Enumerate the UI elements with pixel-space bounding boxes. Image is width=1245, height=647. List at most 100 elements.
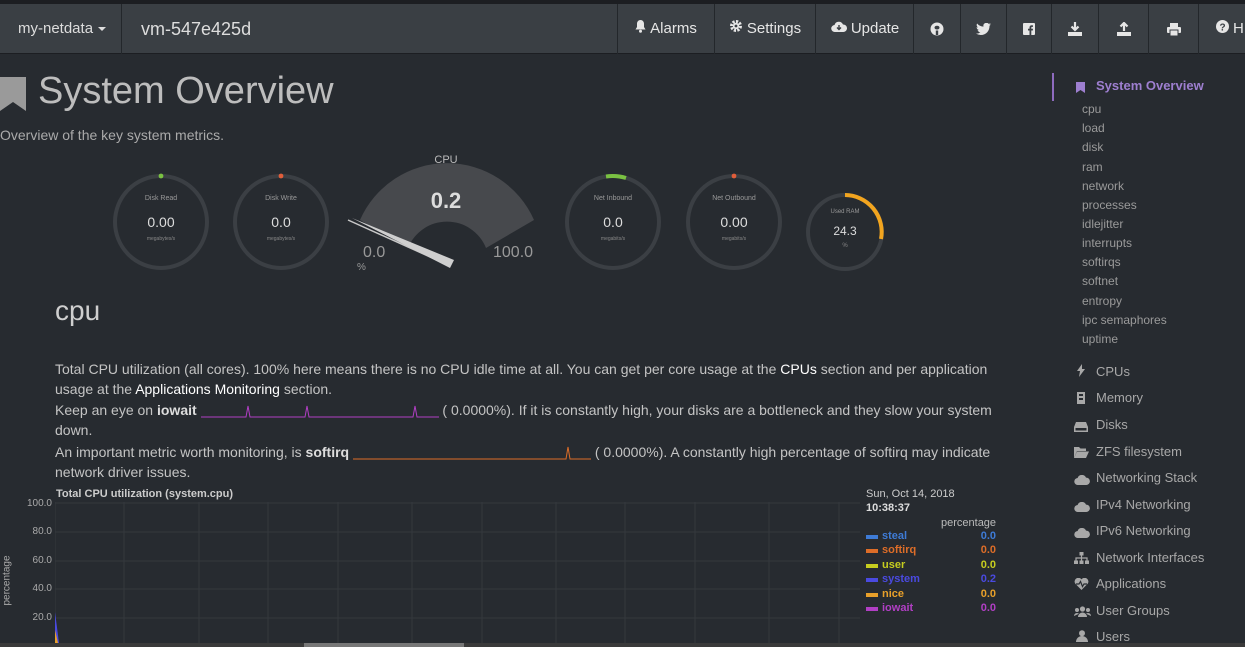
y-tick-label: 60.0 — [32, 555, 52, 566]
sidebar-subitem-softirqs[interactable]: softirqs — [1082, 255, 1121, 269]
legend-item-softirq[interactable]: softirq 0.0 — [866, 544, 996, 558]
iowait-sparkline[interactable] — [200, 403, 439, 419]
bookmark-icon — [0, 77, 26, 116]
horizontal-scrollbar-thumb[interactable] — [304, 643, 464, 647]
sidebar-subitem-interrupts[interactable]: interrupts — [1082, 236, 1132, 250]
sidebar-subitem-cpu[interactable]: cpu — [1082, 102, 1101, 116]
sidebar-item-user-groups[interactable]: User Groups — [1096, 603, 1170, 618]
cloud-icon — [1074, 499, 1090, 517]
softirq-label: softirq — [305, 444, 350, 460]
used-ram-value: 24.3 — [833, 224, 857, 238]
sidebar-item-network-interfaces[interactable]: Network Interfaces — [1096, 550, 1204, 565]
cpu-gauge-title: CPU — [434, 154, 458, 166]
legend-swatch — [866, 564, 878, 568]
legend-swatch — [866, 607, 878, 611]
legend-item-system[interactable]: system 0.2 — [866, 573, 996, 587]
disk-read-gauge[interactable]: Disk Read 0.00 megabytes/s — [112, 173, 210, 271]
net-inbound-title: Net Inbound — [593, 195, 633, 202]
print-icon — [1166, 20, 1181, 37]
sidebar-subitem-disk[interactable]: disk — [1082, 140, 1103, 154]
bolt-icon — [1077, 364, 1085, 382]
legend-units: percentage — [941, 517, 997, 529]
cpu-chart-plot[interactable] — [55, 502, 860, 643]
sidebar-item-memory[interactable]: Memory — [1096, 390, 1143, 405]
net-outbound-gauge[interactable]: Net Outbound 0.00 megabits/s — [685, 173, 783, 271]
twitter-button[interactable] — [960, 4, 1006, 54]
sidebar-item-applications[interactable]: Applications — [1096, 576, 1166, 591]
settings-label: Settings — [746, 20, 802, 37]
hostname: vm-547e425d — [141, 19, 252, 39]
sidebar-subitem-softnet[interactable]: softnet — [1082, 274, 1118, 288]
legend-swatch — [866, 535, 878, 539]
question-circle-icon: ? — [1216, 4, 1229, 54]
twitter-icon — [976, 20, 991, 37]
applications-monitoring-link[interactable]: Applications Monitoring — [135, 381, 280, 397]
legend-swatch — [866, 578, 878, 582]
used-ram-gauge[interactable]: Used RAM 24.3 % — [805, 192, 885, 272]
folder-open-icon — [1074, 445, 1089, 463]
net-inbound-unit: megabits/s — [600, 236, 626, 242]
download-button[interactable] — [1051, 4, 1098, 54]
settings-button[interactable]: Settings — [714, 4, 815, 54]
iowait-note: Keep an eye on iowait ( 0.0000%). If it … — [55, 400, 1015, 440]
update-button[interactable]: Update — [815, 4, 914, 54]
page-title: System Overview — [38, 70, 334, 112]
sidebar-item-networking-stack[interactable]: Networking Stack — [1096, 470, 1197, 485]
alarms-button[interactable]: Alarms — [617, 4, 714, 54]
legend-item-user[interactable]: user 0.0 — [866, 559, 996, 573]
disk-write-title: Disk Write — [265, 195, 297, 202]
cpu-gauge-value: 0.2 — [430, 188, 462, 213]
sidebar-subitem-idlejitter[interactable]: idlejitter — [1082, 217, 1123, 231]
sidebar-item-ipv6-networking[interactable]: IPv6 Networking — [1096, 523, 1191, 538]
sidebar-subitem-processes[interactable]: processes — [1082, 198, 1137, 212]
net-inbound-gauge[interactable]: Net Inbound 0.0 megabits/s — [564, 173, 662, 271]
cpu-gauge-min: 0.0 — [363, 244, 386, 261]
legend-swatch — [866, 593, 878, 597]
cloud-download-icon — [831, 4, 847, 54]
svg-text:?: ? — [1219, 22, 1225, 33]
upload-button[interactable] — [1098, 4, 1148, 54]
legend-item-nice[interactable]: nice 0.0 — [866, 588, 996, 602]
heartbeat-icon — [1074, 577, 1089, 595]
print-button[interactable] — [1148, 4, 1198, 54]
legend-value: 0.0 — [980, 559, 996, 571]
net-outbound-value: 0.00 — [720, 214, 748, 230]
legend-item-steal[interactable]: steal 0.0 — [866, 530, 996, 544]
disk-write-gauge[interactable]: Disk Write 0.0 megabytes/s — [232, 173, 330, 271]
facebook-button[interactable] — [1006, 4, 1051, 54]
legend-item-iowait[interactable]: iowait 0.0 — [866, 602, 996, 616]
gear-icon — [729, 4, 743, 54]
y-tick-label: 40.0 — [32, 583, 52, 594]
sidebar-item-disks[interactable]: Disks — [1096, 417, 1128, 432]
legend-name: softirq — [882, 544, 917, 556]
update-label: Update — [850, 20, 900, 37]
legend-swatch — [866, 549, 878, 553]
sidebar-subitem-network[interactable]: network — [1082, 179, 1124, 193]
sidebar-active-indicator — [1052, 73, 1054, 101]
help-button[interactable]: ? H — [1198, 4, 1245, 54]
sidebar-subitem-load[interactable]: load — [1082, 121, 1105, 135]
sidebar-subitem-uptime[interactable]: uptime — [1082, 332, 1118, 346]
sidebar-subitem-ram[interactable]: ram — [1082, 160, 1103, 174]
sidebar-item-system-overview[interactable]: System Overview — [1096, 78, 1204, 93]
sitemap-icon — [1074, 551, 1089, 569]
sidebar-item-cpus[interactable]: CPUs — [1096, 364, 1130, 379]
legend-name: user — [882, 559, 906, 571]
sidebar-item-users[interactable]: Users — [1096, 629, 1130, 644]
navbar: my-netdata vm-547e425d Alarms Settings U… — [0, 4, 1245, 54]
legend-date: Sun, Oct 14, 2018 — [866, 488, 955, 500]
sidebar-subitem-entropy[interactable]: entropy — [1082, 294, 1122, 308]
horizontal-scrollbar[interactable] — [0, 643, 1245, 647]
cpu-gauge[interactable]: CPU 0.2 0.0 100.0 % — [346, 150, 546, 280]
users-icon — [1074, 604, 1091, 622]
github-button[interactable] — [913, 4, 960, 54]
softirq-text: An important metric worth monitoring, is — [55, 444, 306, 460]
sidebar-item-ipv4-networking[interactable]: IPv4 Networking — [1096, 497, 1191, 512]
net-outbound-title: Net Outbound — [712, 195, 756, 202]
brand-dropdown[interactable]: my-netdata — [0, 4, 122, 54]
cpus-link[interactable]: CPUs — [780, 361, 817, 377]
softirq-sparkline[interactable] — [352, 445, 591, 461]
sidebar-item-zfs-filesystem[interactable]: ZFS filesystem — [1096, 444, 1182, 459]
sidebar-subitem-ipc-semaphores[interactable]: ipc semaphores — [1082, 313, 1167, 327]
bookmark-icon — [1076, 80, 1085, 98]
